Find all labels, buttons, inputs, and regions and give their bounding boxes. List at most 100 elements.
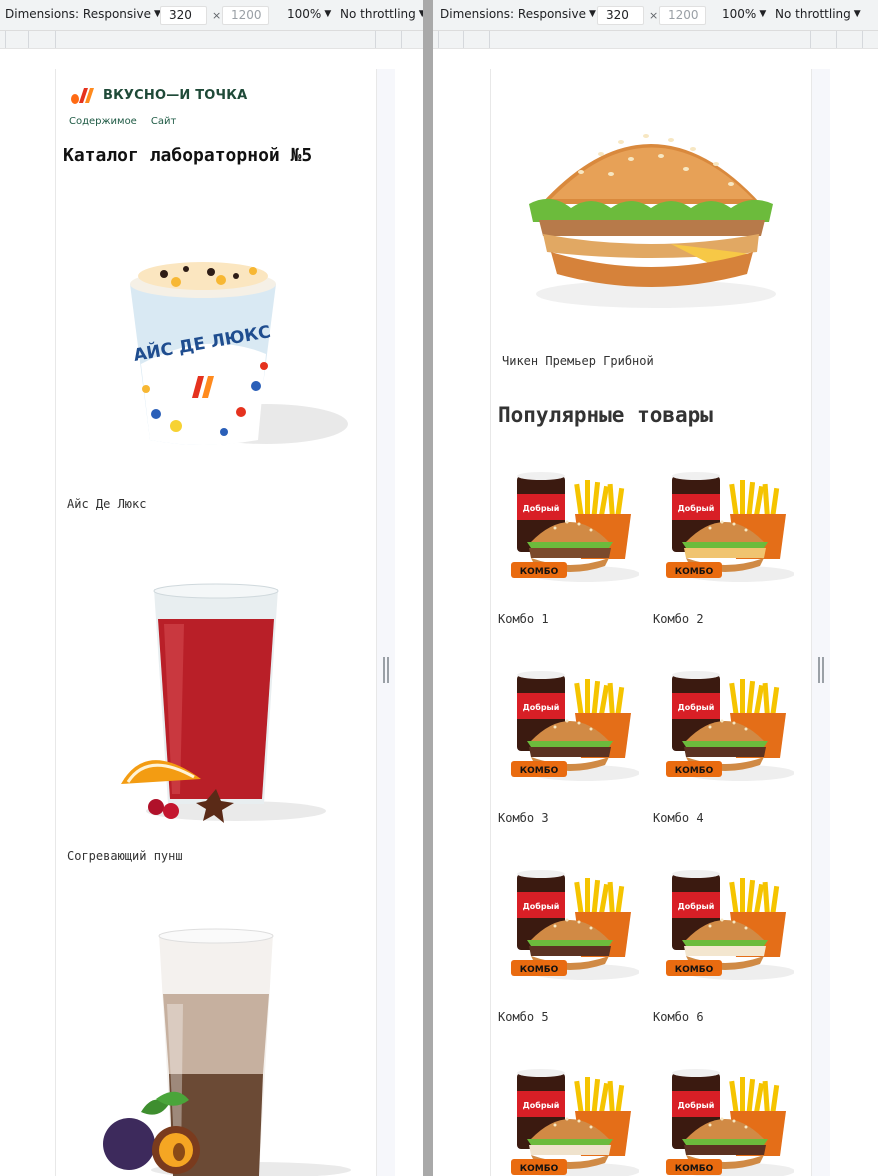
- caret-down-icon: ▼: [324, 9, 332, 19]
- nav-link-contents[interactable]: Содержимое: [69, 116, 137, 127]
- combo-caption[interactable]: Комбо 5: [498, 1010, 549, 1024]
- combo-image[interactable]: Добрый КОМБО: [660, 1061, 794, 1176]
- lettuce: [527, 940, 613, 946]
- combo-image[interactable]: Добрый КОМБО: [505, 1061, 639, 1176]
- combo-caption[interactable]: Комбо 2: [653, 612, 704, 626]
- cup-brand-text: Добрый: [678, 702, 715, 712]
- lettuce: [527, 542, 613, 548]
- combo-badge-text: КОМБО: [675, 567, 714, 577]
- popular-title: Популярные товары: [498, 403, 713, 427]
- width-input[interactable]: 320: [597, 6, 644, 25]
- zoom-label: 100%: [722, 7, 757, 21]
- combo-image[interactable]: Добрый КОМБО: [505, 464, 639, 589]
- throttling-dropdown[interactable]: No throttling ▼: [340, 7, 423, 21]
- lettuce: [527, 1139, 613, 1145]
- product-caption[interactable]: Айс Де Люкс: [67, 497, 146, 511]
- combo-image[interactable]: Добрый КОМБО: [660, 663, 794, 788]
- ruler-tick: [28, 31, 29, 48]
- device-toolbar: Dimensions: Responsive ▼ 320 × 1200 100%…: [433, 0, 878, 31]
- caret-down-icon: ▼: [759, 9, 767, 19]
- product-caption[interactable]: Чикен Премьер Грибной: [502, 354, 654, 368]
- drink-lid: [517, 1069, 565, 1077]
- dimensions-dropdown[interactable]: Dimensions: Responsive ▼: [5, 7, 161, 21]
- filling: [684, 946, 766, 956]
- dimensions-label: Dimensions: Responsive: [5, 7, 151, 21]
- combo-badge-text: КОМБО: [520, 567, 559, 577]
- filling: [529, 747, 611, 757]
- ruler-tick: [489, 31, 490, 48]
- height-input[interactable]: 1200: [659, 6, 706, 25]
- width-value: 320: [606, 8, 629, 22]
- lettuce: [682, 741, 768, 747]
- ice-deluxe-image[interactable]: АЙС ДЕ ЛЮКС: [116, 254, 356, 454]
- combo-caption[interactable]: Комбо 6: [653, 1010, 704, 1024]
- drink-lid: [672, 870, 720, 878]
- combo-badge-text: КОМБО: [520, 766, 559, 776]
- combo-badge-text: КОМБО: [675, 965, 714, 975]
- caret-down-icon: ▼: [588, 9, 596, 19]
- combo-caption[interactable]: Комбо 4: [653, 811, 704, 825]
- viewport-edge: [377, 69, 395, 1176]
- resize-handle-icon[interactable]: [383, 657, 389, 683]
- zoom-dropdown[interactable]: 100% ▼: [287, 7, 331, 21]
- vkusno-logo-icon: [71, 88, 94, 104]
- drink-lid: [672, 472, 720, 480]
- zoom-label: 100%: [287, 7, 322, 21]
- zoom-dropdown[interactable]: 100% ▼: [722, 7, 766, 21]
- ruler-tick: [5, 31, 6, 48]
- drink-lid: [517, 870, 565, 878]
- combo-badge-text: КОМБО: [675, 766, 714, 776]
- dimension-separator: ×: [649, 9, 659, 22]
- combo-image[interactable]: Добрый КОМБО: [660, 464, 794, 589]
- dimensions-dropdown[interactable]: Dimensions: Responsive ▼: [440, 7, 596, 21]
- throttling-dropdown[interactable]: No throttling ▼: [775, 7, 861, 21]
- ruler-tick: [401, 31, 402, 48]
- height-input[interactable]: 1200: [222, 6, 269, 25]
- cup-brand-text: Добрый: [523, 901, 560, 911]
- plum-latte-image[interactable]: [101, 924, 361, 1176]
- combo-image[interactable]: Добрый КОМБО: [505, 663, 639, 788]
- ruler-tick: [463, 31, 464, 48]
- throttling-label: No throttling: [775, 7, 851, 21]
- media-query-ruler[interactable]: [0, 31, 423, 49]
- filling: [684, 548, 766, 558]
- cup-brand-text: Добрый: [678, 1100, 715, 1110]
- warming-punch-image[interactable]: [116, 579, 356, 829]
- catalog-title: Каталог лабораторной №5: [63, 145, 313, 166]
- media-query-ruler[interactable]: [433, 31, 878, 49]
- site-logo[interactable]: ВКУСНО—И ТОЧКА: [70, 85, 247, 105]
- mobile-viewport: ВКУСНО—И ТОЧКА Содержимое Сайт Каталог л…: [55, 69, 377, 1176]
- logo-text: ВКУСНО—И ТОЧКА: [103, 87, 248, 103]
- ruler-tick: [438, 31, 439, 48]
- lettuce: [682, 1139, 768, 1145]
- viewport-edge: [812, 69, 830, 1176]
- filling: [684, 747, 766, 757]
- cup-brand-text: Добрый: [523, 702, 560, 712]
- pane-divider[interactable]: [423, 0, 433, 1176]
- drink-lid: [517, 671, 565, 679]
- ruler-tick: [862, 31, 863, 48]
- width-input[interactable]: 320: [160, 6, 207, 25]
- chicken-premier-image[interactable]: [521, 104, 781, 309]
- lettuce: [682, 542, 768, 548]
- lettuce: [682, 940, 768, 946]
- nav-link-site[interactable]: Сайт: [151, 116, 176, 127]
- height-value: 1200: [231, 8, 262, 22]
- combo-image[interactable]: Добрый КОМБО: [505, 862, 639, 987]
- ruler-tick: [836, 31, 837, 48]
- lettuce: [527, 741, 613, 747]
- drink-lid: [672, 1069, 720, 1077]
- product-caption[interactable]: Согревающий пунш: [67, 849, 183, 863]
- combo-badge-text: КОМБО: [520, 965, 559, 975]
- cup-brand-text: Добрый: [523, 1100, 560, 1110]
- ruler-tick: [55, 31, 56, 48]
- ruler-tick: [810, 31, 811, 48]
- mobile-viewport: Чикен Премьер Грибной Популярные товары …: [490, 69, 812, 1176]
- combo-caption[interactable]: Комбо 3: [498, 811, 549, 825]
- combo-caption[interactable]: Комбо 1: [498, 612, 549, 626]
- combo-image[interactable]: Добрый КОМБО: [660, 862, 794, 987]
- device-toolbar: Dimensions: Responsive ▼ 320 × 1200 100%…: [0, 0, 423, 31]
- resize-handle-icon[interactable]: [818, 657, 824, 683]
- dimension-separator: ×: [212, 9, 222, 22]
- dimensions-label: Dimensions: Responsive: [440, 7, 586, 21]
